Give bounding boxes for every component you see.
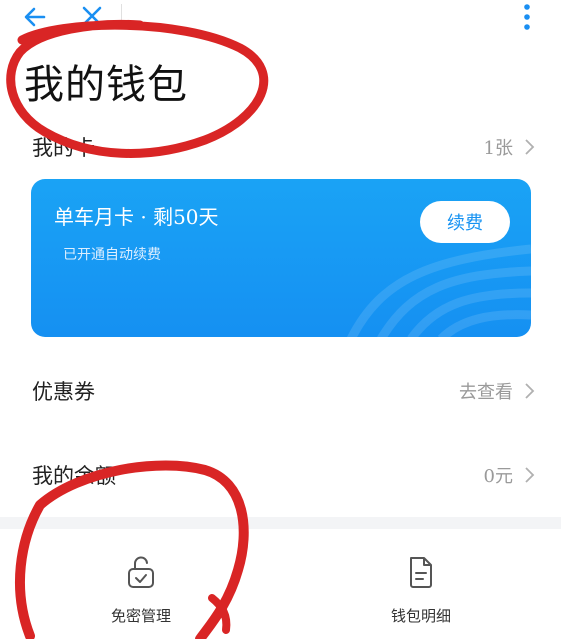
back-arrow-icon[interactable]	[22, 4, 48, 34]
auto-renew-status: 已开通自动续费	[63, 247, 161, 263]
balance-label: 我的余额	[32, 464, 116, 488]
nav-divider	[121, 4, 122, 26]
balance-row[interactable]: 我的余额 0元	[0, 460, 561, 500]
coupons-view-link: 去查看	[459, 382, 513, 403]
my-cards-count: 1张	[483, 138, 513, 159]
wallet-details-label: 钱包明细	[390, 607, 451, 625]
password-free-management-button[interactable]: 免密管理	[51, 555, 231, 626]
renew-button[interactable]: 续费	[420, 201, 510, 243]
balance-amount: 0元	[483, 466, 513, 487]
my-cards-label: 我的卡	[32, 136, 95, 160]
coupons-label: 优惠券	[32, 380, 95, 404]
chevron-right-icon	[523, 382, 535, 404]
top-nav-bar	[0, 0, 561, 36]
wallet-details-button[interactable]: 钱包明细	[331, 555, 511, 626]
close-icon[interactable]	[80, 4, 104, 32]
more-options-icon[interactable]	[520, 2, 534, 36]
card-title: 单车月卡 · 剩50天	[54, 205, 219, 229]
chevron-right-icon	[523, 138, 535, 160]
page-title: 我的钱包	[24, 62, 188, 108]
document-list-icon	[410, 557, 432, 588]
unlock-check-icon	[128, 556, 154, 588]
coupons-row[interactable]: 优惠券 去查看	[0, 376, 561, 416]
my-cards-row[interactable]: 我的卡 1张	[0, 132, 561, 172]
section-divider	[0, 517, 561, 529]
bike-monthly-card[interactable]: 单车月卡 · 剩50天 已开通自动续费 续费	[31, 179, 531, 337]
password-free-management-label: 免密管理	[110, 607, 171, 625]
chevron-right-icon	[523, 466, 535, 488]
